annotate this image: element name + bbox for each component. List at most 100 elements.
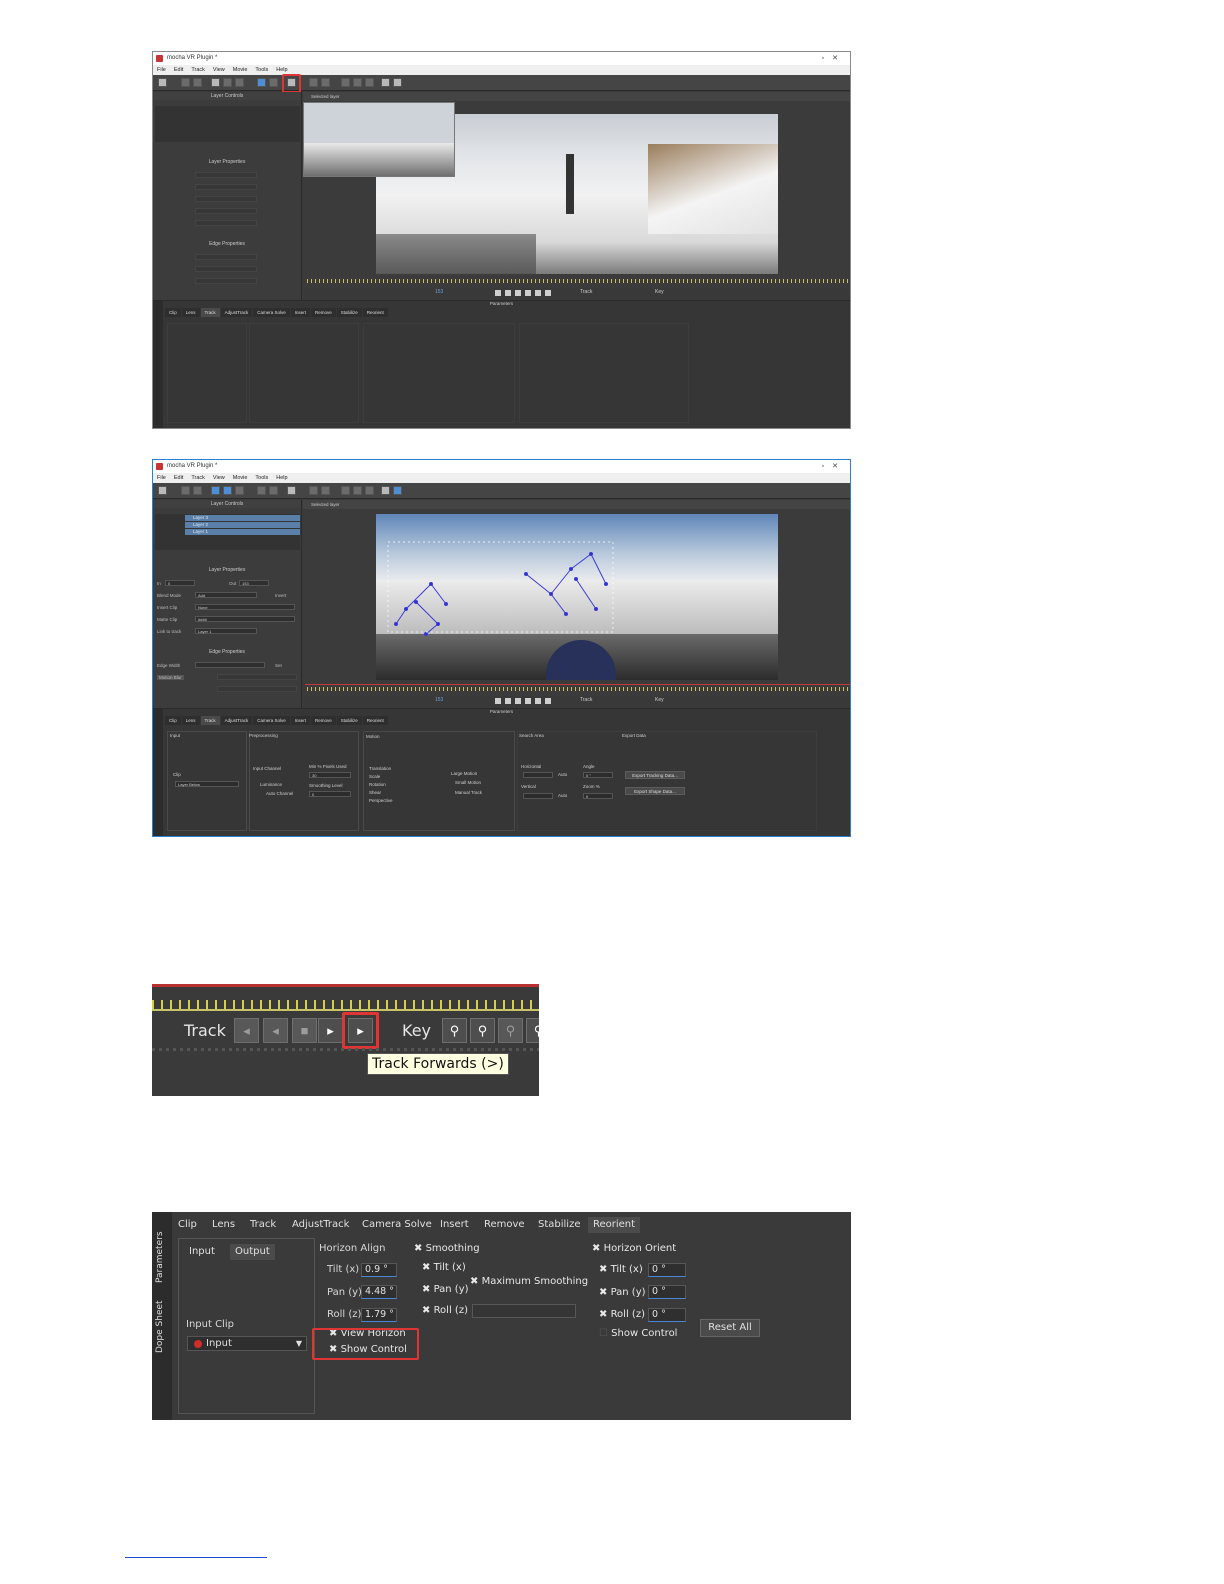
menu-movie[interactable]: Movie xyxy=(233,65,248,75)
save-icon[interactable] xyxy=(158,486,167,495)
stop-icon[interactable] xyxy=(525,698,531,704)
viewer[interactable]: Selected layer xyxy=(303,500,850,682)
layer-row[interactable]: Layer 3 xyxy=(185,515,300,521)
orient-roll-field[interactable]: 0 ° xyxy=(648,1308,686,1322)
selected-layer-dropdown[interactable]: Selected layer xyxy=(311,502,340,507)
save-icon[interactable] xyxy=(158,78,167,87)
orient-pan-field[interactable]: 0 ° xyxy=(648,1285,686,1299)
tab-track[interactable]: Track xyxy=(200,308,220,317)
menu-file[interactable]: File xyxy=(157,65,166,75)
roll-field[interactable]: 1.79 ° xyxy=(361,1308,397,1322)
manual-track-radio[interactable]: Manual Track xyxy=(455,790,482,795)
tab-track[interactable]: Track xyxy=(200,716,220,725)
horizontal-field[interactable] xyxy=(523,772,553,778)
smooth-roll-checkbox[interactable]: ✖ Roll (z) xyxy=(422,1305,468,1316)
redo-icon[interactable] xyxy=(193,78,202,87)
menu-view[interactable]: View xyxy=(213,473,225,483)
pan-field[interactable]: 4.48 ° xyxy=(361,1285,397,1299)
tab-input[interactable]: Input xyxy=(184,1244,220,1260)
key-add-icon[interactable]: ⚲ xyxy=(498,1018,523,1043)
window-controls[interactable]: ▫✕ xyxy=(822,460,846,473)
reset-all-button[interactable]: Reset All xyxy=(700,1319,760,1337)
lens-toggle-icon[interactable] xyxy=(287,486,296,495)
video-frame-360[interactable] xyxy=(376,514,778,680)
undo-icon[interactable] xyxy=(181,78,190,87)
tab-reorient[interactable]: Reorient xyxy=(362,716,388,725)
tab-camera-solve[interactable]: Camera Solve xyxy=(362,1217,432,1233)
smooth-tilt-checkbox[interactable]: ✖ Tilt (x) xyxy=(422,1262,466,1273)
tab-camera-solve[interactable]: Camera Solve xyxy=(253,716,290,725)
maximum-smoothing-checkbox[interactable]: ✖ Maximum Smoothing xyxy=(470,1276,588,1287)
motion-shear[interactable]: Shear xyxy=(369,790,381,795)
transform-icon[interactable] xyxy=(365,78,374,87)
tab-remove[interactable]: Remove xyxy=(311,716,336,725)
stop-icon[interactable] xyxy=(525,290,531,296)
layer-list[interactable]: Layer 3 Layer 2 Layer 1 xyxy=(155,514,300,550)
undo-icon[interactable] xyxy=(181,486,190,495)
tab-lens[interactable]: Lens xyxy=(181,716,200,725)
timeline[interactable] xyxy=(305,274,850,288)
transform-icon[interactable] xyxy=(365,486,374,495)
set-button[interactable]: Set xyxy=(275,662,282,669)
step-forward-icon[interactable] xyxy=(545,290,551,296)
window-controls[interactable]: ▫✕ xyxy=(822,52,846,65)
move-cross-icon[interactable] xyxy=(381,486,390,495)
tab-adjusttrack[interactable]: AdjustTrack xyxy=(292,1217,349,1233)
orient-tilt-checkbox[interactable]: ✖ Tilt (x) xyxy=(599,1264,643,1275)
tab-adjusttrack[interactable]: AdjustTrack xyxy=(220,716,253,725)
viewer[interactable]: Selected layer xyxy=(303,92,850,274)
zoom-field[interactable]: 0 xyxy=(583,793,613,799)
hand-icon[interactable] xyxy=(269,78,278,87)
link-icon[interactable] xyxy=(341,486,350,495)
tab-lens[interactable]: Lens xyxy=(181,308,200,317)
xspline-icon[interactable] xyxy=(309,78,318,87)
key-prev-icon[interactable]: ⚲ xyxy=(442,1018,467,1043)
track-backwards-icon[interactable]: ◂ xyxy=(263,1018,288,1043)
tab-insert[interactable]: Insert xyxy=(290,716,310,725)
link-to-track-select[interactable]: Layer 1 xyxy=(195,628,257,634)
bezier-icon[interactable] xyxy=(321,78,330,87)
add-point-icon[interactable] xyxy=(223,78,232,87)
tab-clip[interactable]: Clip xyxy=(165,308,181,317)
zoom-icon[interactable] xyxy=(257,486,266,495)
rotate-icon[interactable] xyxy=(353,78,362,87)
track-forward-one-icon[interactable]: ▸ xyxy=(318,1018,343,1043)
tab-remove[interactable]: Remove xyxy=(484,1217,525,1233)
smoothing-checkbox[interactable]: ✖ Smoothing xyxy=(414,1243,480,1254)
menu-tools[interactable]: Tools xyxy=(255,65,268,75)
redo-icon[interactable] xyxy=(193,486,202,495)
invert-label[interactable]: Invert xyxy=(275,592,286,599)
motion-blur-toggle[interactable]: Motion Blur xyxy=(157,675,184,680)
export-shape-button[interactable]: Export Shape Data... xyxy=(625,787,685,795)
timeline[interactable] xyxy=(305,682,850,696)
motion-rotation[interactable]: Rotation xyxy=(369,782,386,787)
key-delete-icon[interactable]: ⚲ xyxy=(526,1018,539,1043)
insert-clip-select[interactable]: None xyxy=(195,604,295,610)
tab-reorient[interactable]: Reorient xyxy=(362,308,388,317)
frame-field[interactable]: 153 xyxy=(435,697,443,703)
min-pixels-field[interactable]: 30 xyxy=(309,772,351,778)
angle-field[interactable]: 0 ° xyxy=(583,772,613,778)
horizon-orient-checkbox[interactable]: ✖ Horizon Orient xyxy=(592,1243,676,1254)
step-forward-icon[interactable] xyxy=(545,698,551,704)
move-point-icon[interactable] xyxy=(235,78,244,87)
xspline-icon[interactable] xyxy=(309,486,318,495)
menu-file[interactable]: File xyxy=(157,473,166,483)
menu-edit[interactable]: Edit xyxy=(174,65,183,75)
out-field[interactable]: 153 xyxy=(239,580,269,586)
tab-output[interactable]: Output xyxy=(230,1244,275,1260)
edge-width-field[interactable] xyxy=(195,662,265,668)
add-point-icon[interactable] xyxy=(223,486,232,495)
horizontal-auto[interactable]: Auto xyxy=(558,772,567,777)
tab-adjusttrack[interactable]: AdjustTrack xyxy=(220,308,253,317)
matte-clip-select[interactable]: #### xyxy=(195,616,295,622)
tab-parameters-vertical[interactable]: Parameters xyxy=(155,1222,169,1292)
play-back-icon[interactable] xyxy=(515,698,521,704)
selected-layer-dropdown[interactable]: Selected layer xyxy=(311,94,340,99)
tab-stabilize[interactable]: Stabilize xyxy=(336,308,362,317)
track-backwards-one-icon[interactable]: ◂ xyxy=(234,1018,259,1043)
input-clip-select[interactable]: Input ▼ xyxy=(187,1336,307,1351)
stop-tracking-icon[interactable]: ■ xyxy=(292,1018,317,1043)
frame-field[interactable]: 153 xyxy=(435,289,443,295)
layer-row[interactable]: Layer 1 xyxy=(185,529,300,535)
